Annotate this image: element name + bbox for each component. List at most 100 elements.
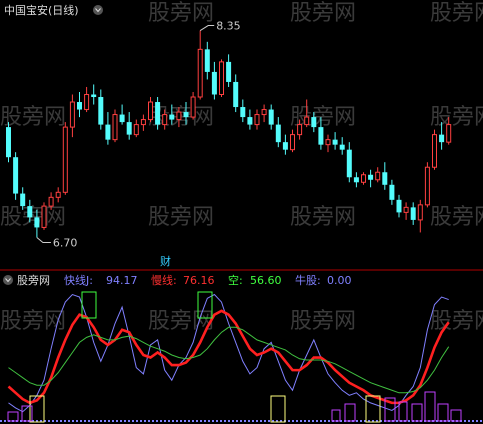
candle-body [304, 116, 310, 126]
watermark-text: 股旁网 [0, 105, 66, 130]
watermark-text: 股旁网 [290, 205, 356, 230]
candle-body [290, 134, 295, 151]
candle-body [233, 81, 239, 108]
candle-body [417, 204, 423, 221]
candle-body [261, 109, 267, 116]
watermark-text: 股旁网 [148, 205, 214, 230]
candle-body [112, 114, 118, 141]
candle-body [169, 114, 175, 120]
candle-body [148, 101, 153, 121]
bull-box [450, 409, 462, 422]
watermark-text: 股旁网 [0, 205, 66, 230]
candle-body [211, 71, 217, 95]
candle-body [403, 206, 409, 213]
candle-body [62, 126, 68, 193]
candle-body [204, 49, 210, 72]
candle-body [410, 207, 416, 220]
dropdown-icon [3, 275, 13, 285]
candle-body [332, 139, 338, 145]
watermark-text: 股旁网 [430, 309, 483, 334]
candle-body [268, 109, 274, 125]
bull-box [7, 411, 19, 422]
candle-body [318, 127, 324, 145]
legend-value: 94.17 [106, 274, 138, 287]
candle-body [226, 61, 232, 82]
candle-body [176, 111, 182, 121]
candle-body [84, 93, 90, 111]
series-line-3 [8, 326, 450, 394]
candle-body [126, 122, 132, 135]
watermark-text: 股旁网 [290, 309, 356, 334]
finance-marker: 财 [160, 254, 171, 268]
watermark-text: 股旁网 [290, 1, 356, 26]
candle-body [382, 172, 388, 185]
legend-value: 0.00 [327, 274, 352, 287]
candle-body [311, 117, 317, 128]
low-marker-line [36, 237, 51, 243]
watermark-text: 股旁网 [430, 205, 483, 230]
signal-box [270, 395, 286, 423]
watermark-text: 股旁网 [430, 1, 483, 26]
stock-title: 中国宝安(日线) [4, 3, 79, 17]
bull-box [411, 403, 423, 422]
candle-body [20, 193, 26, 207]
dropdown-icon [93, 5, 103, 15]
candle-body [105, 124, 111, 140]
candle-body [446, 124, 452, 143]
candle-body [183, 112, 189, 118]
candle-body [361, 174, 366, 183]
candle-body [346, 149, 352, 178]
candle-body [375, 171, 381, 181]
candle-body [339, 144, 345, 150]
candle-body [140, 119, 146, 126]
candle-body [190, 96, 196, 118]
chart-window: 股旁网股旁网股旁网股旁网股旁网股旁网股旁网股旁网股旁网股旁网股旁网股旁网股旁网股… [0, 0, 483, 424]
candle-body [133, 124, 139, 136]
bull-box [424, 391, 436, 422]
legend-label: 快线J: [64, 273, 93, 287]
signal-box [365, 395, 381, 423]
high-marker-line [199, 25, 215, 31]
high-label: 8.35 [216, 20, 241, 33]
candle-body [240, 107, 246, 118]
watermark-text: 股旁网 [430, 105, 483, 130]
candle-body [41, 205, 47, 228]
candle-body [48, 196, 54, 207]
candle-body [254, 114, 260, 126]
candle-body [396, 199, 402, 213]
candle-body [155, 102, 161, 125]
watermark-text: 股旁网 [148, 1, 214, 26]
candle-body [162, 114, 168, 126]
candle-body [98, 97, 104, 125]
candle-body [6, 127, 11, 158]
bull-box [331, 409, 341, 422]
legend-value: 56.60 [250, 274, 282, 287]
legend-label: 牛股: [295, 273, 321, 287]
candle-body [91, 94, 97, 98]
signal-box [81, 291, 97, 319]
candle-body [77, 102, 82, 110]
bull-box [437, 403, 449, 422]
candle-body [297, 124, 303, 136]
legend-label: 慢线: [151, 273, 177, 287]
stock-chart: 股旁网股旁网股旁网股旁网股旁网股旁网股旁网股旁网股旁网股旁网股旁网股旁网股旁网股… [0, 1, 483, 423]
candle-body [219, 61, 224, 95]
candle-body [69, 101, 75, 128]
watermark-text: 股旁网 [148, 309, 214, 334]
candle-body [55, 191, 61, 198]
candle-body [247, 117, 253, 125]
legend-value: 76.16 [183, 274, 215, 287]
candle-body [275, 124, 281, 143]
candle-body [439, 134, 445, 143]
candle-body [325, 139, 331, 146]
candle-body [353, 177, 359, 183]
series-line-1 [8, 293, 449, 413]
indicator-name: 股旁网 [17, 273, 50, 287]
candle-body [368, 174, 374, 180]
candle-body [389, 184, 395, 200]
bull-box [398, 401, 408, 422]
candle-body [424, 166, 430, 206]
candle-body [282, 142, 288, 150]
legend-label: 空: [228, 273, 243, 287]
candle-body [119, 114, 125, 123]
